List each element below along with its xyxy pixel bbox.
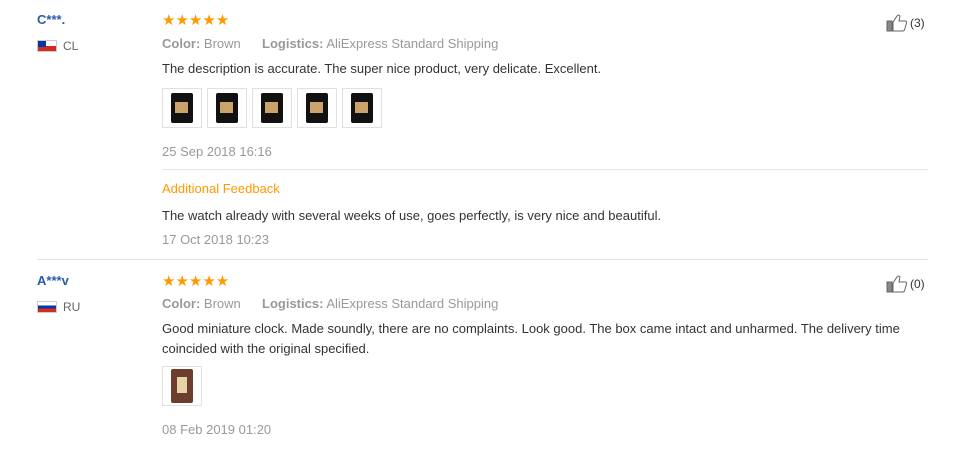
logistics-value: AliExpress Standard Shipping <box>326 296 499 311</box>
flag-icon <box>37 301 57 313</box>
reviewer-name[interactable]: A***v <box>37 273 69 288</box>
reviewer-name[interactable]: C***. <box>37 12 65 27</box>
color-value: Brown <box>203 296 241 311</box>
helpful-button[interactable]: (0) <box>886 274 925 294</box>
review-text: Good miniature clock. Made soundly, ther… <box>162 321 900 356</box>
logistics-label: Logistics: <box>262 296 324 311</box>
helpful-count: (0) <box>910 277 925 291</box>
star-rating: ★★★★★ <box>162 12 230 29</box>
country-code: CL <box>63 39 79 53</box>
review-separator <box>37 259 928 260</box>
review-photos <box>162 88 382 128</box>
review-photo-thumbnail[interactable] <box>207 88 247 128</box>
review-photo-thumbnail[interactable] <box>297 88 337 128</box>
color-value: Brown <box>203 36 241 51</box>
thumbs-up-icon <box>886 14 908 32</box>
helpful-count: (3) <box>910 16 925 30</box>
additional-feedback-text: The watch already with several weeks of … <box>162 208 662 223</box>
country-code: RU <box>63 300 81 314</box>
review-photos <box>162 366 202 406</box>
reviewer-country: RU <box>37 300 80 314</box>
logistics-value: AliExpress Standard Shipping <box>326 36 499 51</box>
review-photo-thumbnail[interactable] <box>342 88 382 128</box>
additional-feedback-date: 17 Oct 2018 10:23 <box>162 232 269 247</box>
review-meta: Color: Brown Logistics: AliExpress Stand… <box>162 36 498 51</box>
divider <box>162 169 928 170</box>
color-label: Color: <box>162 296 201 311</box>
review-date: 25 Sep 2018 16:16 <box>162 144 272 159</box>
thumbs-up-icon <box>886 275 908 293</box>
review-text: The description is accurate. The super n… <box>162 61 602 76</box>
color-label: Color: <box>162 36 201 51</box>
helpful-button[interactable]: (3) <box>886 13 925 33</box>
logistics-label: Logistics: <box>262 36 324 51</box>
review-photo-thumbnail[interactable] <box>162 366 202 406</box>
review-date: 08 Feb 2019 01:20 <box>162 422 272 437</box>
reviewer-country: CL <box>37 39 78 53</box>
star-rating: ★★★★★ <box>162 273 230 290</box>
review-meta: Color: Brown Logistics: AliExpress Stand… <box>162 296 498 311</box>
review-photo-thumbnail[interactable] <box>252 88 292 128</box>
review-photo-thumbnail[interactable] <box>162 88 202 128</box>
flag-icon <box>37 40 57 52</box>
additional-feedback-title: Additional Feedback <box>162 181 280 196</box>
